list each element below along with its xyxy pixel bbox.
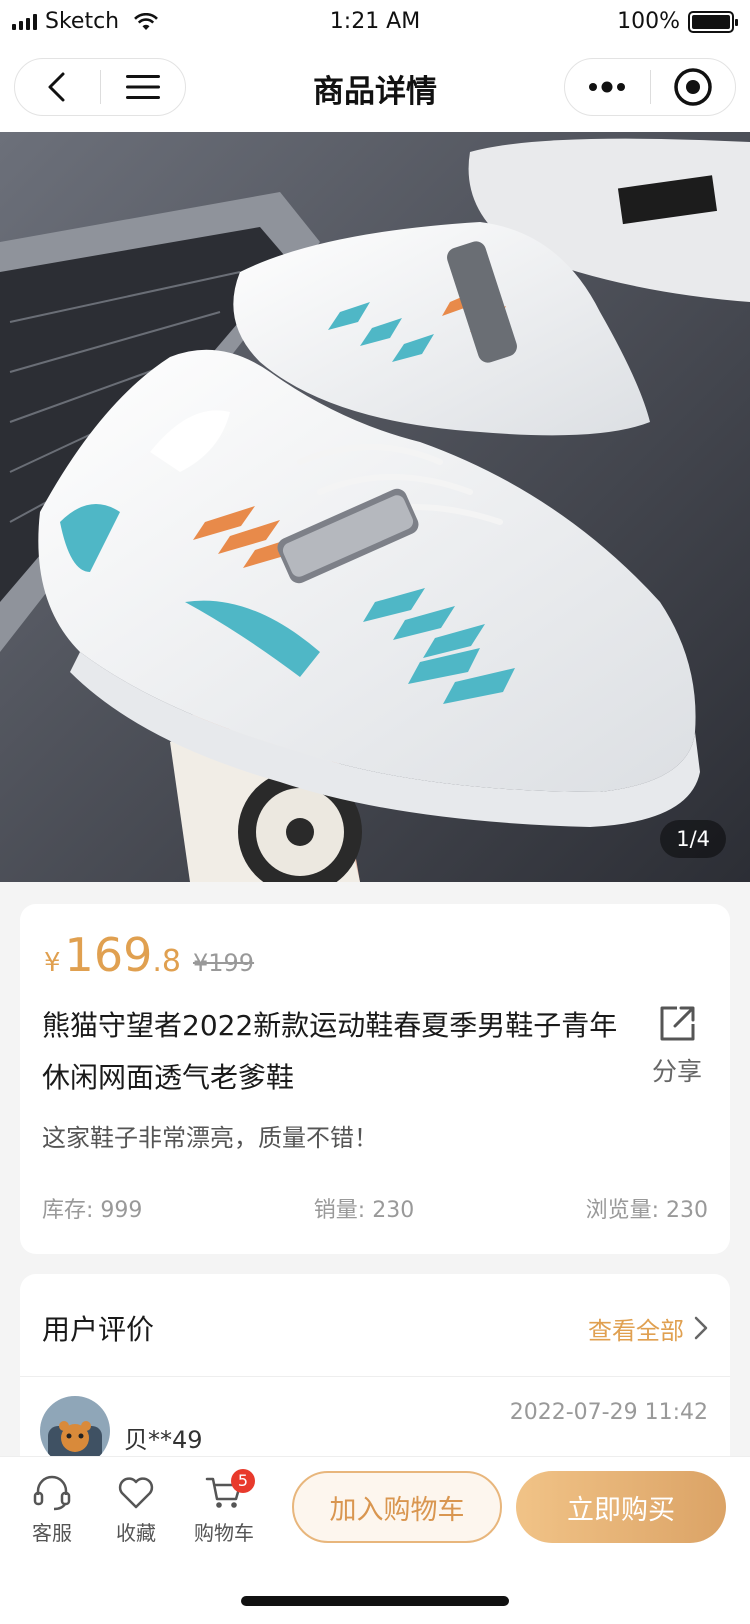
price-row: ¥ 169 .8 ¥199 [44,928,254,982]
service-label: 客服 [32,1521,72,1545]
more-dots-icon [589,81,626,93]
nav-right-capsule [564,58,736,116]
home-indicator[interactable] [241,1596,509,1606]
cart-button[interactable]: 购物车 5 [184,1469,264,1546]
close-miniprogram-button[interactable] [651,58,736,116]
favorite-label: 收藏 [116,1521,156,1545]
battery-percent: 100% [617,9,680,34]
price-integer: 169 [64,928,153,982]
target-icon [674,68,712,106]
reviews-title: 用户评价 [42,1313,155,1346]
reviewer-name: 贝**49 [124,1426,203,1454]
review-date: 2022-07-29 11:42 [509,1400,708,1425]
product-info-card: ¥ 169 .8 ¥199 熊猫守望者2022新款运动鞋春夏季男鞋子青年休闲网面… [20,904,730,1254]
price-currency: ¥ [44,948,61,978]
original-price: ¥199 [192,949,255,977]
price-decimal: .8 [152,944,181,979]
product-title: 熊猫守望者2022新款运动鞋春夏季男鞋子青年休闲网面透气老爹鞋 [42,1009,618,1094]
share-label: 分享 [651,1057,702,1086]
product-description: 这家鞋子非常漂亮，质量不错！ [42,1124,378,1152]
cart-count-badge: 5 [231,1469,255,1493]
product-image-carousel[interactable]: 1/4 [0,132,750,882]
customer-service-button[interactable]: 客服 [12,1473,92,1546]
view-count: 浏览量: 230 [585,1198,708,1223]
share-icon [660,1006,695,1041]
status-right: 100% [617,9,738,34]
status-bar: Sketch 1:21 AM 100% [0,0,750,44]
product-photo [0,132,750,882]
add-to-cart-button[interactable]: 加入购物车 [292,1471,502,1543]
battery-icon [688,10,738,33]
share-button[interactable]: 分享 [642,1004,712,1088]
view-all-label: 查看全部 [588,1316,684,1345]
more-button[interactable] [565,58,650,116]
nav-bar: 商品详情 [0,44,750,132]
heart-icon [118,1477,154,1509]
reviews-card: 用户评价 查看全部 贝**49 2022-07-29 11:42 [20,1274,730,1466]
cart-label: 购物车 [194,1521,254,1545]
view-all-reviews-link[interactable]: 查看全部 [588,1311,708,1346]
divider [20,1376,730,1377]
product-stats: 库存: 999 销量: 230 浏览量: 230 [42,1192,708,1224]
battery-fill [692,14,730,29]
stock-count: 库存: 999 [42,1198,143,1223]
buy-now-button[interactable]: 立即购买 [516,1471,726,1543]
favorite-button[interactable]: 收藏 [96,1473,176,1546]
chevron-right-icon [694,1316,708,1340]
headset-icon [33,1475,71,1511]
image-page-indicator: 1/4 [660,820,726,858]
reviews-header: 用户评价 查看全部 [42,1308,708,1348]
sales-count: 销量: 230 [313,1198,415,1223]
